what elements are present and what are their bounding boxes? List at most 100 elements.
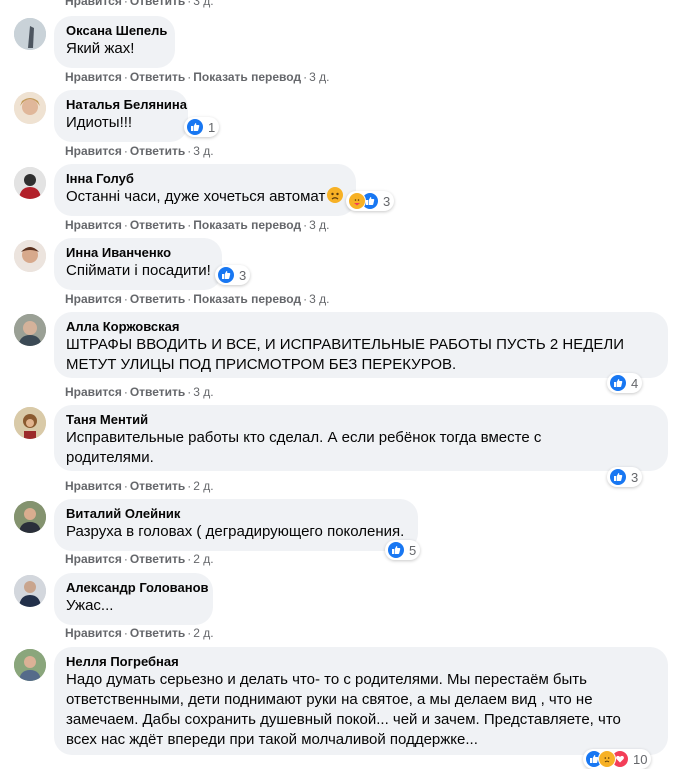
reply-link[interactable]: Ответить	[130, 626, 185, 640]
like-link[interactable]: Нравится	[65, 218, 122, 232]
avatar[interactable]	[14, 649, 46, 681]
comment-text: Останні часи, дуже хочеться автомат	[66, 187, 344, 207]
timestamp[interactable]: 3 д.	[193, 144, 213, 158]
reaction-count: 1	[208, 119, 216, 135]
avatar[interactable]	[14, 314, 46, 346]
comment-text-line: ШТРАФЫ ВВОДИТЬ И ВСЕ, И ИСПРАВИТЕЛЬНЫЕ Р…	[66, 336, 625, 353]
sad-icon	[598, 750, 616, 768]
comment-author[interactable]: Таня Ментий	[66, 412, 656, 428]
translate-link[interactable]: Показать перевод	[193, 70, 301, 84]
avatar[interactable]	[14, 18, 46, 50]
comment-author[interactable]: Алла Коржовская	[66, 319, 656, 335]
reply-link[interactable]: Ответить	[130, 144, 185, 158]
reaction-count: 3	[383, 193, 391, 209]
comment-text: Разруха в головах ( деградирующего покол…	[66, 523, 405, 540]
reply-link[interactable]: Ответить	[130, 385, 185, 399]
reactions-summary[interactable]: 3	[346, 191, 395, 211]
avatar-image	[14, 167, 46, 199]
like-link[interactable]: Нравится	[65, 144, 122, 158]
reactions-summary[interactable]: 3	[215, 265, 251, 285]
reply-link[interactable]: Ответить	[130, 479, 185, 493]
avatar-image	[14, 649, 46, 681]
timestamp[interactable]: 2 д.	[193, 626, 213, 640]
avatar[interactable]	[14, 92, 46, 124]
comment-text: Спіймати і посадити!	[66, 262, 211, 279]
comment-bubble: Таня Ментий Исправительные работы кто сд…	[54, 405, 668, 471]
like-link[interactable]: Нравится	[65, 626, 122, 640]
comment-author[interactable]: Виталий Олейник	[66, 506, 406, 522]
reply-link[interactable]: Ответить	[130, 218, 185, 232]
reply-link[interactable]: Ответить	[130, 552, 185, 566]
comment-text-line: Надо думать серьезно и делать что- то с …	[66, 671, 587, 688]
comment-author[interactable]: Инна Иванченко	[66, 245, 210, 261]
avatar-image	[14, 575, 46, 607]
like-icon	[217, 266, 235, 284]
like-link[interactable]: Нравится	[65, 479, 122, 493]
like-link[interactable]: Нравится	[65, 70, 122, 84]
comment-bubble: Виталий Олейник Разруха в головах ( дегр…	[54, 499, 418, 551]
timestamp[interactable]: 3 д.	[309, 70, 329, 84]
comment-bubble: Алла Коржовская ШТРАФЫ ВВОДИТЬ И ВСЕ, И …	[54, 312, 668, 378]
timestamp[interactable]: 2 д.	[193, 479, 213, 493]
comment-bubble: Наталья Белянина Идиоты!!!	[54, 90, 188, 142]
avatar-image	[14, 18, 46, 50]
avatar[interactable]	[14, 240, 46, 272]
reactions-summary[interactable]: 4	[607, 373, 643, 393]
comment-author[interactable]: Александр Голованов	[66, 580, 209, 596]
timestamp[interactable]: 3 д.	[193, 385, 213, 399]
reply-link[interactable]: Ответить	[130, 70, 185, 84]
like-link[interactable]: Нравится	[65, 552, 122, 566]
comment-text-line: всех нас ждёт впереди при такой молчалив…	[66, 731, 478, 748]
like-icon	[387, 541, 405, 559]
avatar[interactable]	[14, 575, 46, 607]
like-icon	[609, 374, 627, 392]
reactions-summary[interactable]: 5	[385, 540, 421, 560]
comment-bubble: Інна Голуб Останні часи, дуже хочеться а…	[54, 164, 356, 216]
like-link[interactable]: Нравится	[65, 0, 122, 8]
reaction-count: 4	[631, 375, 639, 391]
translate-link[interactable]: Показать перевод	[193, 292, 301, 306]
reactions-summary[interactable]: 10	[583, 749, 652, 769]
timestamp[interactable]: 3 д.	[309, 292, 329, 306]
comment-actions: Нравится · Ответить · Показать перевод · 3 д.	[65, 70, 330, 84]
timestamp[interactable]: 2 д.	[193, 552, 213, 566]
avatar[interactable]	[14, 167, 46, 199]
reaction-count: 3	[239, 267, 247, 283]
avatar[interactable]	[14, 501, 46, 533]
sad-face-emoji-icon	[327, 187, 344, 203]
comment-text-line: МЕТУТ УЛИЦЫ ПОД ПРИСМОТРОМ БЕЗ ПЕРЕКУРОВ…	[66, 356, 457, 373]
care-icon	[348, 192, 366, 210]
reply-link[interactable]: Ответить	[130, 292, 185, 306]
comment-text-line: ответственными, дети поднимают руки на с…	[66, 691, 593, 708]
comment-actions-top: Нравится · Ответить · 3 д.	[65, 0, 214, 8]
timestamp[interactable]: 3 д.	[193, 0, 213, 8]
reply-link[interactable]: Ответить	[130, 0, 185, 8]
comment-actions: Нравится · Ответить · 2 д.	[65, 479, 214, 493]
comment-actions: Нравится · Ответить · 3 д.	[65, 144, 214, 158]
avatar-image	[14, 314, 46, 346]
comment-author[interactable]: Інна Голуб	[66, 171, 344, 187]
comment-text: Який жах!	[66, 40, 135, 57]
comment-bubble: Оксана Шепель Який жах!	[54, 16, 175, 68]
reaction-count: 3	[631, 469, 639, 485]
comment-actions: Нравится · Ответить · 2 д.	[65, 626, 214, 640]
avatar-image	[14, 92, 46, 124]
avatar-image	[14, 240, 46, 272]
translate-link[interactable]: Показать перевод	[193, 218, 301, 232]
like-link[interactable]: Нравится	[65, 385, 122, 399]
avatar-image	[14, 407, 46, 439]
comment-author[interactable]: Нелля Погребная	[66, 654, 656, 670]
reactions-summary[interactable]: 3	[607, 467, 643, 487]
timestamp[interactable]: 3 д.	[309, 218, 329, 232]
comment-author[interactable]: Оксана Шепель	[66, 23, 167, 39]
comment-author[interactable]: Наталья Белянина	[66, 97, 187, 113]
reactions-summary[interactable]: 1	[184, 117, 220, 137]
like-link[interactable]: Нравится	[65, 292, 122, 306]
comment-bubble: Нелля Погребная Надо думать серьезно и д…	[54, 647, 668, 755]
comment-actions: Нравится · Ответить · 2 д.	[65, 552, 214, 566]
avatar[interactable]	[14, 407, 46, 439]
comment-bubble: Александр Голованов Ужас...	[54, 573, 213, 625]
reaction-count: 10	[633, 751, 648, 767]
like-icon	[186, 118, 204, 136]
comment-bubble: Инна Иванченко Спіймати і посадити!	[54, 238, 222, 290]
